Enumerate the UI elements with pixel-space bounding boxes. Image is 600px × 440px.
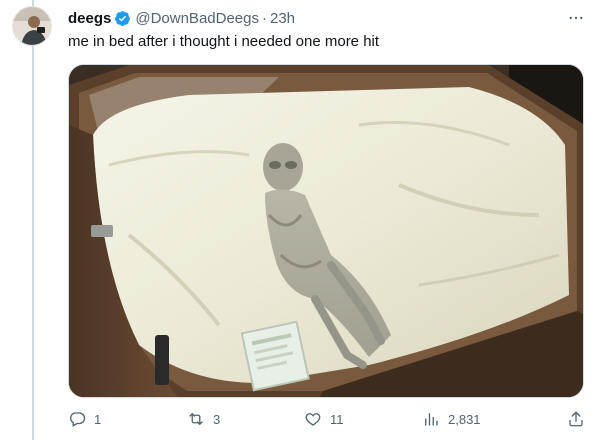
thread-line [32,0,34,440]
author-handle[interactable]: @DownBadDeegs [135,10,259,27]
tweet-actions: 1 3 11 2,831 [68,404,588,434]
more-options-icon[interactable] [566,8,586,28]
tweet-timestamp[interactable]: 23h [270,10,295,27]
share-button[interactable] [567,408,585,430]
tweet-text: me in bed after i thought i needed one m… [68,33,380,50]
views-count: 2,831 [448,411,481,427]
retweet-button[interactable]: 3 [187,408,220,430]
like-icon [305,413,321,426]
verified-badge-icon [114,10,131,27]
reply-button[interactable]: 1 [68,408,101,430]
views-icon [425,413,438,426]
user-avatar[interactable] [12,6,52,46]
tweet-header: deegs @DownBadDeegs · 23h [68,8,295,28]
avatar-image [13,7,51,45]
photo-image [69,65,583,397]
retweet-count: 3 [213,411,221,427]
reply-count: 1 [94,411,102,427]
share-icon [569,411,583,427]
views-button[interactable]: 2,831 [422,408,481,430]
retweet-icon [189,413,203,425]
author-name[interactable]: deegs [68,10,111,27]
like-button[interactable]: 11 [304,408,344,430]
tweet-photo[interactable] [68,64,584,398]
separator-dot: · [262,9,267,27]
reply-icon [70,412,86,427]
like-count: 11 [330,411,344,427]
